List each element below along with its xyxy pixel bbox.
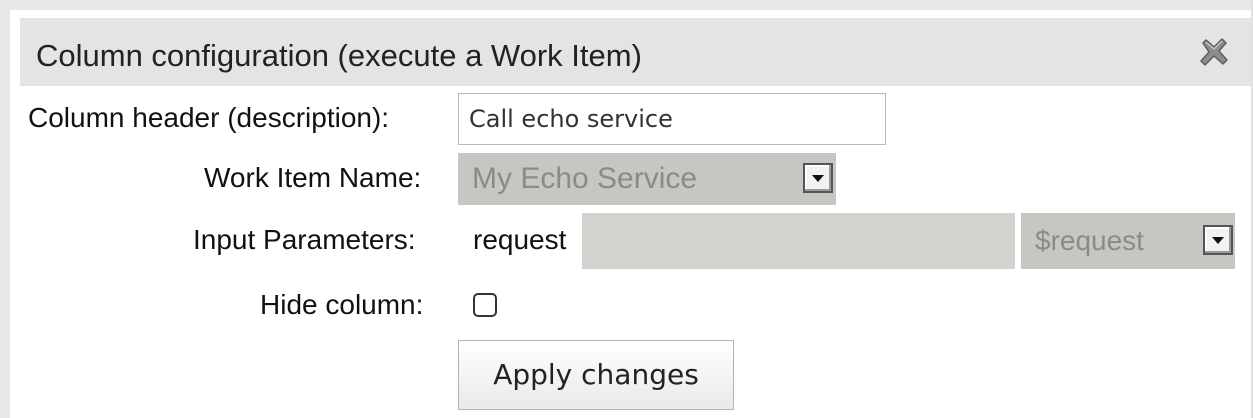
column-header-input[interactable] bbox=[458, 93, 886, 145]
param-name-request: request bbox=[473, 224, 567, 255]
window-left-edge bbox=[0, 0, 10, 418]
param-mapping-selected: $request bbox=[1035, 225, 1144, 256]
work-item-name-selected: My Echo Service bbox=[472, 162, 698, 195]
dialog-title: Column configuration (execute a Work Ite… bbox=[36, 38, 642, 73]
input-parameters-label: Input Parameters: bbox=[193, 224, 416, 255]
column-header-label: Column header (description): bbox=[28, 102, 390, 133]
apply-changes-button[interactable]: Apply changes bbox=[458, 340, 734, 410]
param-value-field[interactable] bbox=[582, 213, 1015, 269]
param-mapping-select[interactable]: $request bbox=[1021, 213, 1235, 269]
configuration-window: Column configuration (execute a Work Ite… bbox=[0, 0, 1253, 418]
close-icon[interactable] bbox=[1196, 34, 1232, 70]
window-top-edge bbox=[0, 0, 1253, 10]
chevron-down-icon[interactable] bbox=[803, 163, 833, 193]
work-item-name-label: Work Item Name: bbox=[204, 162, 422, 193]
hide-column-label: Hide column: bbox=[260, 289, 424, 320]
hide-column-checkbox[interactable] bbox=[473, 293, 497, 317]
work-item-name-select[interactable]: My Echo Service bbox=[458, 153, 836, 205]
chevron-down-icon[interactable] bbox=[1203, 225, 1233, 255]
